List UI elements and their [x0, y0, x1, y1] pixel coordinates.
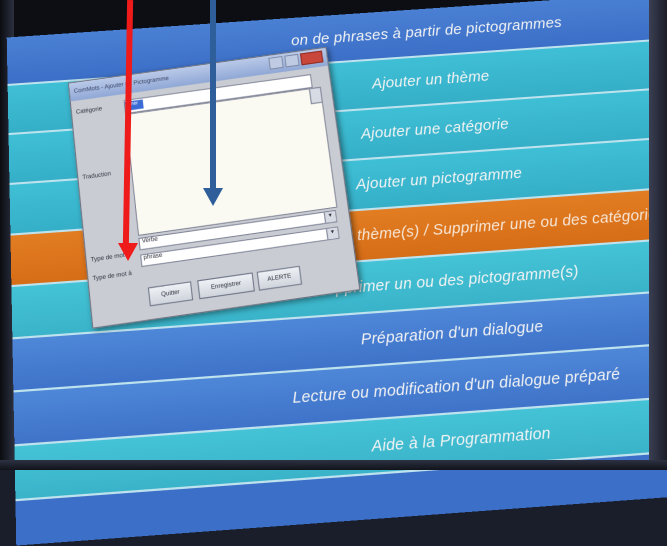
monitor-right-bezel	[649, 0, 667, 470]
type-mot-2-value: phrase	[143, 252, 163, 262]
type-mot-value: Verbe	[141, 236, 159, 245]
minimize-icon[interactable]	[268, 56, 284, 70]
monitor-bottom-bezel	[0, 460, 667, 470]
type-mot-2-label: Type de mot à	[92, 270, 133, 283]
alerte-button[interactable]: ALERTE	[256, 265, 303, 291]
maximize-icon[interactable]	[284, 53, 300, 68]
close-icon[interactable]	[300, 50, 324, 66]
menu-item-label: Préparation d'un dialogue	[360, 317, 545, 349]
blue-arrow-shaft	[210, 0, 216, 190]
chevron-down-icon[interactable]: ▾	[323, 211, 337, 223]
enregistrer-button[interactable]: Enregistrer	[197, 272, 255, 300]
window-controls	[268, 50, 324, 70]
blue-arrow-icon	[203, 188, 223, 206]
traduction-label: Traduction	[82, 171, 112, 182]
textarea-scroll-arrow[interactable]	[308, 86, 323, 105]
red-arrow-icon	[118, 243, 138, 261]
quitter-button[interactable]: Quitter	[147, 281, 194, 307]
chevron-down-icon[interactable]: ▾	[325, 227, 339, 240]
categorie-label: Catégorie	[75, 106, 103, 116]
